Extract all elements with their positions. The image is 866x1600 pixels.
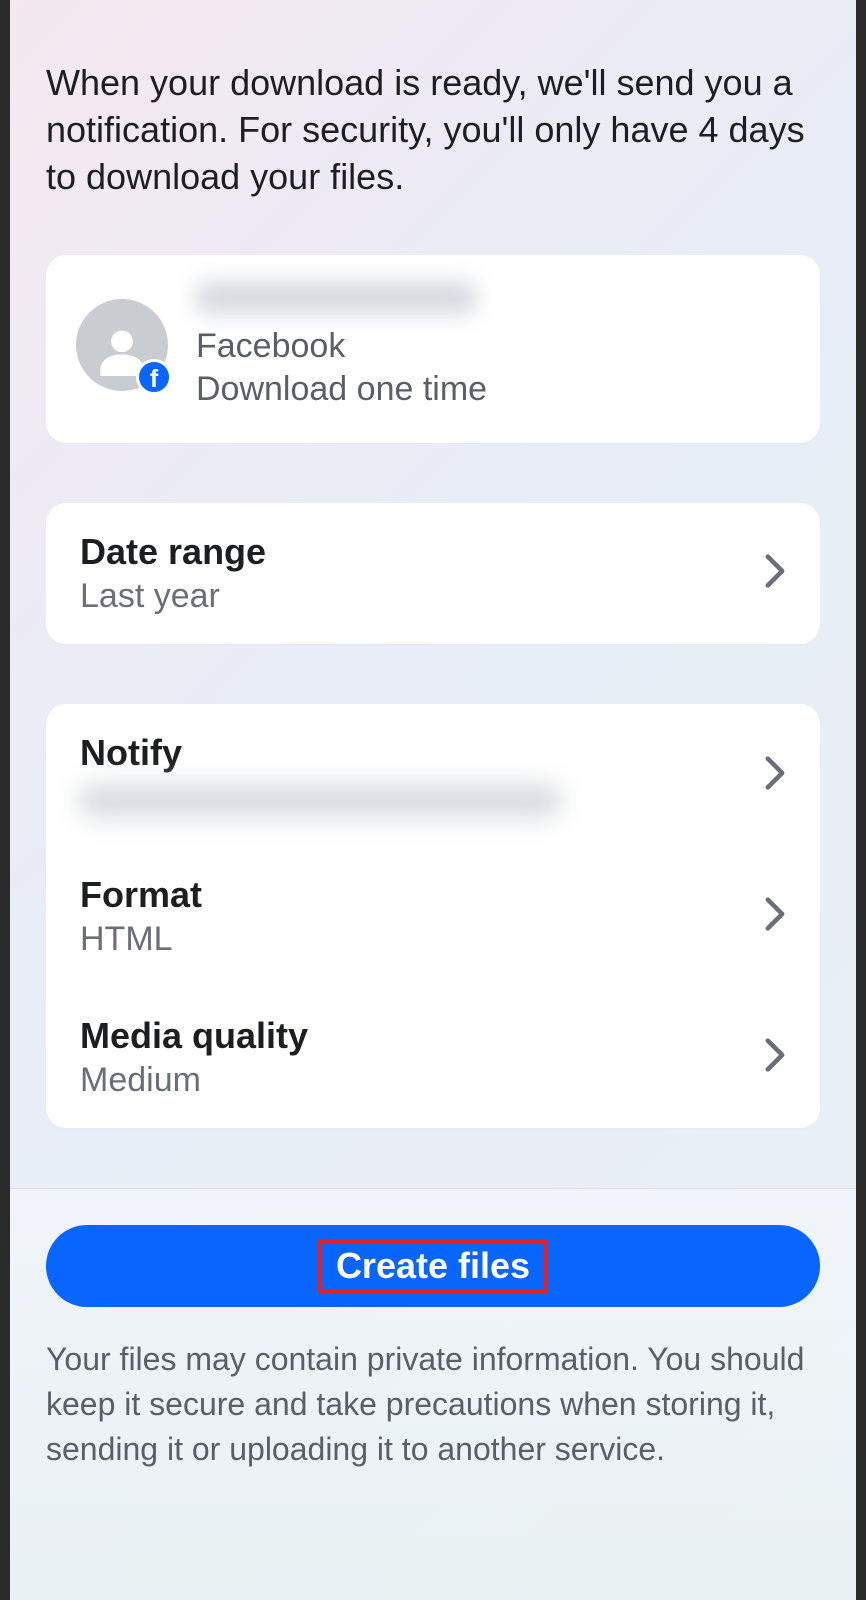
format-value: HTML — [80, 920, 202, 959]
chevron-right-icon — [764, 553, 786, 594]
header-info-text: When your download is ready, we'll send … — [46, 60, 820, 200]
date-range-value: Last year — [80, 577, 266, 616]
chevron-right-icon — [764, 755, 786, 796]
account-card: f Facebook Download one time — [46, 255, 820, 443]
notify-row[interactable]: Notify — [46, 704, 820, 846]
date-range-row[interactable]: Date range Last year — [46, 503, 820, 644]
avatar: f — [76, 299, 168, 391]
highlight-annotation: Create files — [318, 1239, 548, 1293]
media-quality-row[interactable]: Media quality Medium — [46, 987, 820, 1128]
create-files-label: Create files — [336, 1245, 530, 1286]
format-row[interactable]: Format HTML — [46, 846, 820, 987]
date-range-title: Date range — [80, 531, 266, 573]
account-name-redacted — [196, 281, 476, 315]
format-title: Format — [80, 874, 202, 916]
platform-label: Facebook — [196, 327, 487, 366]
chevron-right-icon — [764, 1037, 786, 1078]
download-mode-label: Download one time — [196, 370, 487, 409]
footer-privacy-text: Your files may contain private informati… — [46, 1337, 820, 1471]
media-quality-title: Media quality — [80, 1015, 308, 1057]
facebook-badge-icon: f — [136, 359, 172, 395]
notify-value-redacted — [80, 784, 560, 818]
notify-title: Notify — [80, 732, 560, 774]
bottom-section: Create files Your files may contain priv… — [10, 1188, 856, 1600]
create-files-button[interactable]: Create files — [46, 1225, 820, 1307]
options-card: Notify Format HTML Media quality Medium — [46, 704, 820, 1128]
date-range-card: Date range Last year — [46, 503, 820, 644]
chevron-right-icon — [764, 896, 786, 937]
media-quality-value: Medium — [80, 1061, 308, 1100]
